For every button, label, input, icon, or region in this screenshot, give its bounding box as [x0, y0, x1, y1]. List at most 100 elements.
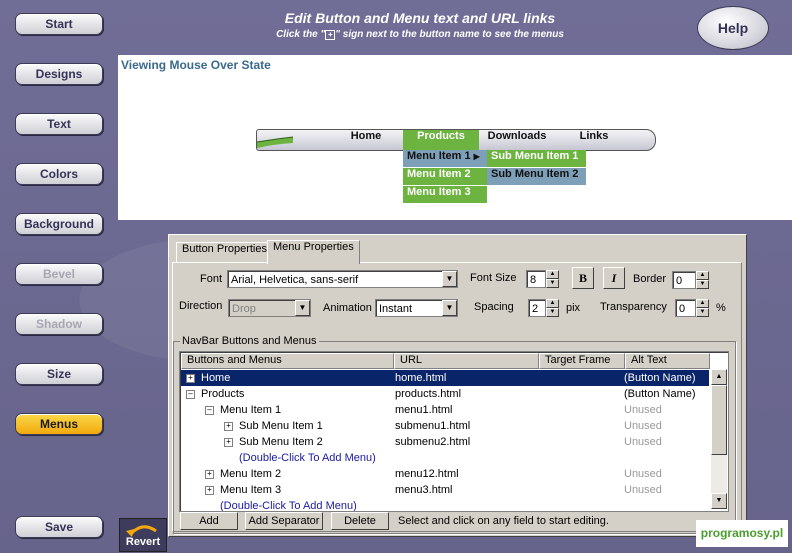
direction-label: Direction: [179, 300, 223, 312]
scroll-thumb[interactable]: [711, 385, 727, 455]
row-url[interactable]: home.html: [395, 370, 446, 386]
row-url[interactable]: submenu2.html: [395, 434, 470, 450]
delete-button[interactable]: Delete: [331, 512, 389, 530]
tab-menu-properties[interactable]: Menu Properties: [267, 240, 360, 264]
menubar-item-downloads[interactable]: Downloads: [479, 130, 555, 150]
row-name[interactable]: Home: [201, 370, 230, 386]
nav-colors-button[interactable]: Colors: [15, 163, 103, 185]
row-name[interactable]: Menu Item 2: [220, 466, 281, 482]
subdropdown-item-2[interactable]: Sub Menu Item 2: [487, 168, 586, 185]
add-menu-placeholder[interactable]: (Double-Click To Add Menu): [220, 498, 357, 511]
scroll-up-icon[interactable]: ▲: [711, 369, 727, 385]
row-alt[interactable]: Unused: [624, 466, 662, 482]
menubar-item-links[interactable]: Links: [561, 130, 627, 150]
column-header-buttons[interactable]: Buttons and Menus: [181, 353, 394, 369]
border-input[interactable]: 0: [672, 271, 696, 289]
nav-designs-button[interactable]: Designs: [15, 63, 103, 85]
add-separator-button[interactable]: Add Separator: [245, 512, 323, 530]
expand-icon[interactable]: +: [186, 374, 195, 383]
table-row[interactable]: – Products products.html (Button Name): [181, 386, 709, 402]
dropdown-item-1[interactable]: Menu Item 1 ▶: [403, 150, 487, 167]
row-url[interactable]: menu3.html: [395, 482, 452, 498]
table-row[interactable]: + Sub Menu Item 1 submenu1.html Unused: [181, 418, 709, 434]
bold-button[interactable]: B: [572, 267, 594, 289]
add-menu-placeholder[interactable]: (Double-Click To Add Menu): [239, 450, 376, 466]
spin-up-icon[interactable]: ▲: [696, 299, 709, 308]
italic-button[interactable]: I: [603, 267, 625, 289]
row-name[interactable]: Products: [201, 386, 244, 402]
menu-tree-list[interactable]: Buttons and Menus URL Target Frame Alt T…: [179, 351, 729, 512]
transparency-spinner[interactable]: ▲ ▼: [696, 299, 709, 317]
table-row[interactable]: + Menu Item 3 menu3.html Unused: [181, 482, 709, 498]
column-header-alt[interactable]: Alt Text: [625, 353, 710, 369]
spin-up-icon[interactable]: ▲: [546, 299, 559, 308]
font-label: Font: [200, 273, 223, 285]
nav-start-button[interactable]: Start: [15, 13, 103, 35]
font-select[interactable]: Arial, Helvetica, sans-serif ▼: [227, 270, 458, 288]
dropdown-item-2[interactable]: Menu Item 2: [403, 168, 487, 185]
chevron-down-icon[interactable]: ▼: [442, 271, 457, 287]
row-alt[interactable]: (Button Name): [624, 386, 696, 402]
collapse-icon[interactable]: –: [205, 406, 214, 415]
transparency-input[interactable]: 0: [675, 299, 696, 317]
help-button[interactable]: Help: [697, 6, 769, 50]
spin-down-icon[interactable]: ▼: [546, 279, 559, 288]
fontsize-spinner[interactable]: ▲ ▼: [546, 270, 559, 288]
chevron-down-icon[interactable]: ▼: [295, 300, 310, 316]
nav-menus-button[interactable]: Menus: [15, 413, 103, 435]
row-name[interactable]: Sub Menu Item 2: [239, 434, 323, 450]
row-url[interactable]: menu12.html: [395, 466, 459, 482]
table-row[interactable]: (Double-Click To Add Menu): [181, 450, 709, 466]
row-alt[interactable]: Unused: [624, 402, 662, 418]
row-name[interactable]: Sub Menu Item 1: [239, 418, 323, 434]
row-url[interactable]: products.html: [395, 386, 461, 402]
chevron-down-icon[interactable]: ▼: [442, 300, 457, 316]
row-alt[interactable]: Unused: [624, 482, 662, 498]
nav-bevel-button[interactable]: Bevel: [15, 263, 103, 285]
dropdown-item-3[interactable]: Menu Item 3: [403, 186, 487, 203]
nav-text-button[interactable]: Text: [15, 113, 103, 135]
collapse-icon[interactable]: –: [186, 390, 195, 399]
row-name[interactable]: Menu Item 1: [220, 402, 281, 418]
direction-select[interactable]: Drop ▼: [228, 299, 311, 317]
spin-down-icon[interactable]: ▼: [696, 280, 709, 289]
row-url[interactable]: menu1.html: [395, 402, 452, 418]
nav-shadow-button[interactable]: Shadow: [15, 313, 103, 335]
spin-up-icon[interactable]: ▲: [546, 270, 559, 279]
nav-background-button[interactable]: Background: [15, 213, 103, 235]
table-row[interactable]: (Double-Click To Add Menu): [181, 498, 709, 511]
spin-down-icon[interactable]: ▼: [696, 308, 709, 317]
add-button[interactable]: Add: [180, 512, 238, 530]
spacing-input[interactable]: 2: [528, 299, 546, 317]
expand-icon[interactable]: +: [205, 470, 214, 479]
menubar-item-products[interactable]: Products: [403, 130, 479, 150]
row-alt[interactable]: Unused: [624, 418, 662, 434]
menubar-item-home[interactable]: Home: [335, 130, 397, 150]
subdropdown-item-1[interactable]: Sub Menu Item 1: [487, 150, 586, 167]
expand-icon[interactable]: +: [224, 422, 233, 431]
spin-up-icon[interactable]: ▲: [696, 271, 709, 280]
expand-icon[interactable]: +: [205, 486, 214, 495]
table-row[interactable]: – Menu Item 1 menu1.html Unused: [181, 402, 709, 418]
row-alt[interactable]: (Button Name): [624, 370, 696, 386]
nav-size-button[interactable]: Size: [15, 363, 103, 385]
column-header-url[interactable]: URL: [394, 353, 539, 369]
row-name[interactable]: Menu Item 3: [220, 482, 281, 498]
expand-icon[interactable]: +: [224, 438, 233, 447]
scroll-down-icon[interactable]: ▼: [711, 493, 727, 509]
spin-down-icon[interactable]: ▼: [546, 308, 559, 317]
tab-button-properties[interactable]: Button Properties: [176, 242, 273, 263]
row-url[interactable]: submenu1.html: [395, 418, 470, 434]
column-header-target[interactable]: Target Frame: [539, 353, 625, 369]
revert-button[interactable]: Revert: [119, 518, 167, 552]
table-row[interactable]: + Sub Menu Item 2 submenu2.html Unused: [181, 434, 709, 450]
nav-save-button[interactable]: Save: [15, 516, 103, 538]
row-alt[interactable]: Unused: [624, 434, 662, 450]
table-row[interactable]: + Home home.html (Button Name): [181, 370, 709, 386]
animation-select[interactable]: Instant ▼: [375, 299, 458, 317]
table-row[interactable]: + Menu Item 2 menu12.html Unused: [181, 466, 709, 482]
spacing-spinner[interactable]: ▲ ▼: [546, 299, 559, 317]
fontsize-input[interactable]: 8: [526, 270, 546, 288]
border-spinner[interactable]: ▲ ▼: [696, 271, 709, 289]
vertical-scrollbar[interactable]: ▲ ▼: [711, 369, 727, 509]
